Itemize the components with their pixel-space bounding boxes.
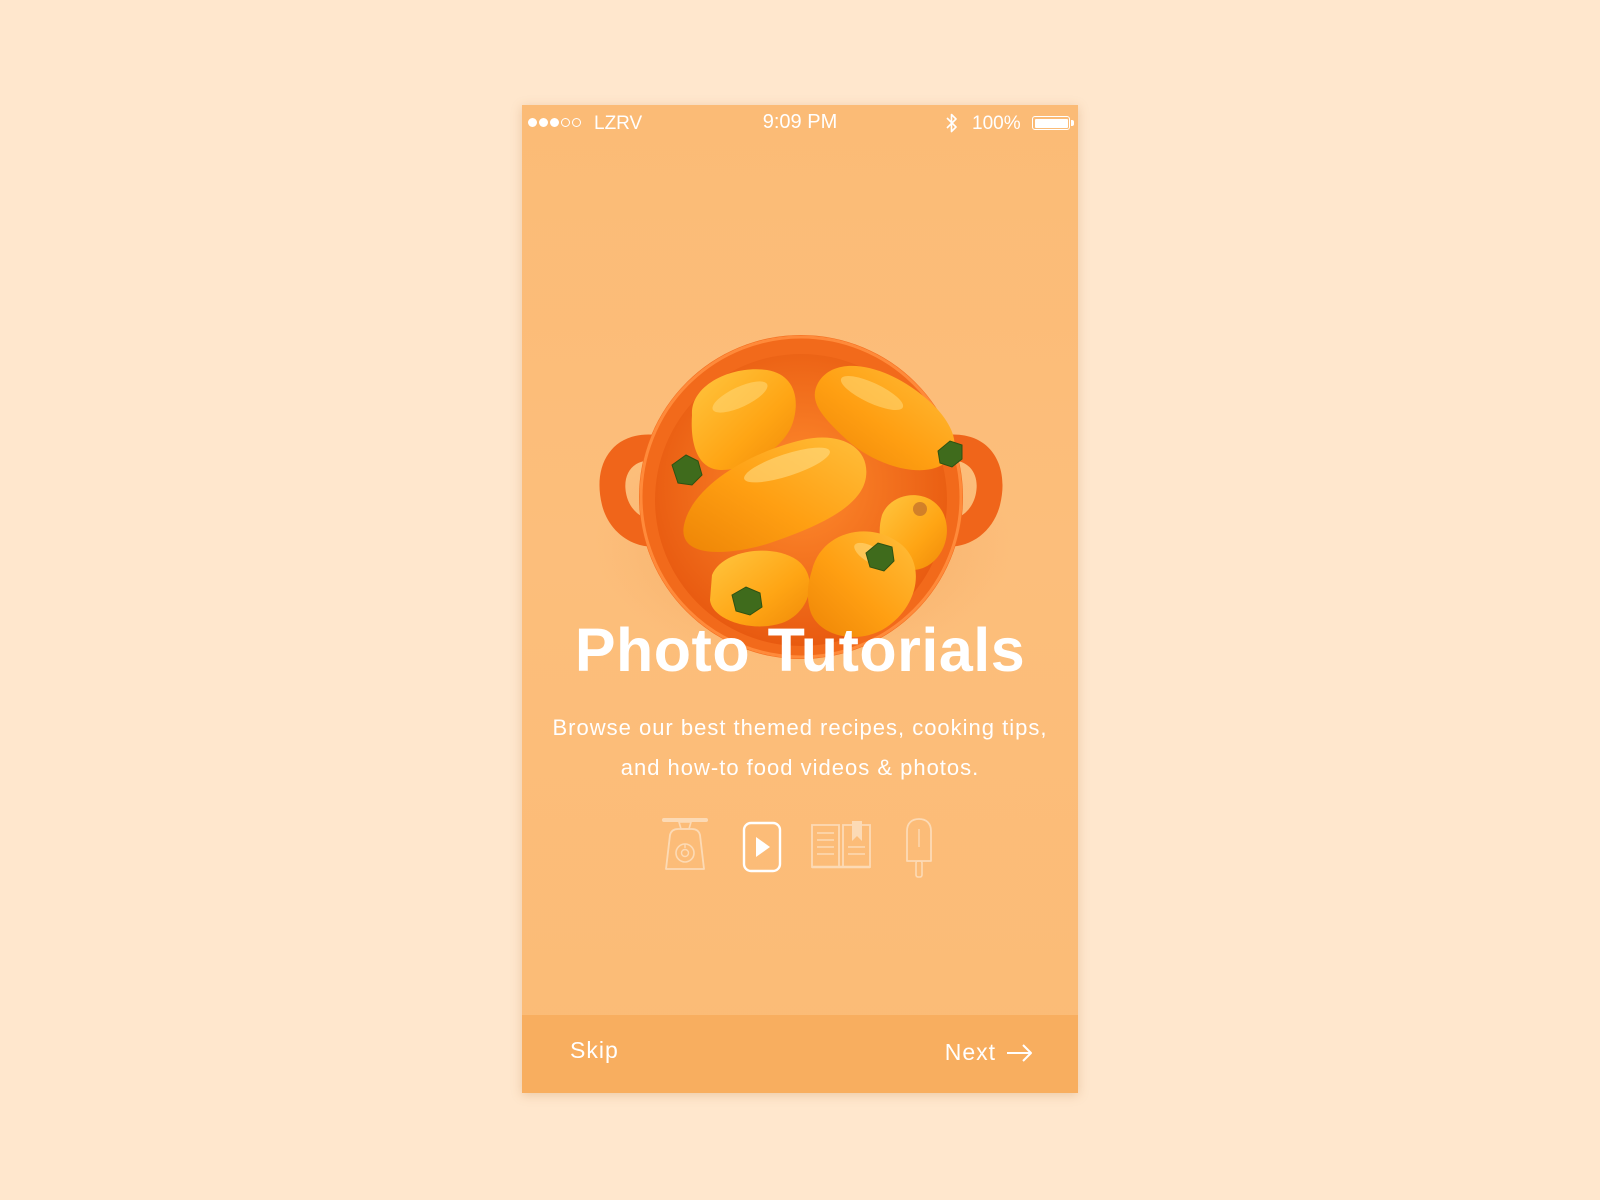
play-video-icon[interactable]: [742, 821, 782, 873]
bluetooth-icon: [946, 113, 957, 133]
recipe-book-icon[interactable]: [810, 819, 872, 871]
feature-icons-row: [660, 817, 950, 881]
bottom-navigation-bar: Skip Next: [522, 1015, 1078, 1093]
battery-icon: [1032, 116, 1074, 130]
next-button-label: Next: [944, 1039, 996, 1065]
kitchen-scale-icon[interactable]: [660, 817, 710, 873]
next-button[interactable]: Next: [945, 1039, 1034, 1066]
onboarding-title: Photo Tutorials: [574, 616, 1026, 684]
phone-screen: LZRV 9:09 PM 100% Photo Tutorials Browse…: [522, 105, 1078, 1093]
arrow-right-icon: [1007, 1043, 1032, 1062]
onboarding-description: Browse our best themed recipes, cooking …: [552, 715, 1048, 780]
battery-percent: 100%: [972, 113, 1021, 134]
status-bar: LZRV 9:09 PM 100%: [522, 105, 1078, 141]
popsicle-icon[interactable]: [904, 817, 934, 879]
skip-button[interactable]: Skip: [570, 1037, 619, 1064]
